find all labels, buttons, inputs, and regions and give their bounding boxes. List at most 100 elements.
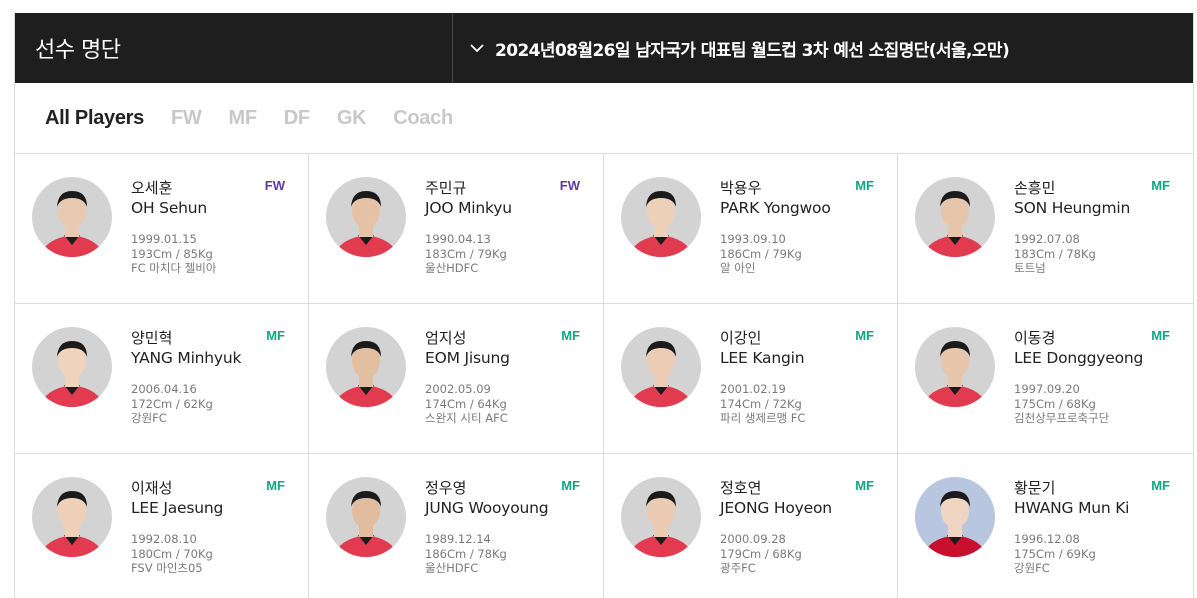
position-badge: MF	[266, 328, 285, 343]
roster-dropdown[interactable]: 2024년08월26일 남자국가 대표팀 월드컵 3차 예선 소집명단(서울,오…	[453, 13, 1193, 83]
player-info: 정호연 JEONG Hoyeon 2000.09.28 179Cm / 68Kg…	[720, 478, 832, 576]
player-grid: 오세훈 OH Sehun 1999.01.15 193Cm / 85Kg FC …	[15, 154, 1193, 598]
player-card[interactable]: 엄지성 EOM Jisung 2002.05.09 174Cm / 64Kg 스…	[309, 304, 604, 454]
player-club: 김천상무프로축구단	[1014, 411, 1110, 425]
tab-all-players[interactable]: All Players	[45, 107, 144, 130]
player-card[interactable]: 양민혁 YANG Minhyuk 2006.04.16 172Cm / 62Kg…	[15, 304, 309, 454]
player-club: 강원FC	[131, 411, 167, 425]
player-club: 스완지 시티 AFC	[425, 411, 508, 425]
player-card[interactable]: 황문기 HWANG Mun Ki 1996.12.08 175Cm / 69Kg…	[898, 454, 1193, 598]
player-photo	[32, 327, 112, 407]
player-photo	[621, 327, 701, 407]
player-photo	[621, 177, 701, 257]
player-birthdate: 2006.04.16	[131, 382, 197, 396]
player-meta: 1989.12.14 186Cm / 78Kg 울산HDFC	[425, 532, 548, 576]
player-birthdate: 2002.05.09	[425, 382, 491, 396]
player-photo	[915, 177, 995, 257]
player-photo	[915, 327, 995, 407]
player-name-korean: 박용우	[720, 179, 762, 197]
player-birthdate: 1997.09.20	[1014, 382, 1080, 396]
player-name-english: JUNG Wooyoung	[425, 499, 549, 517]
player-club: 강원FC	[1014, 561, 1050, 575]
player-name-english: PARK Yongwoo	[720, 199, 831, 217]
player-info: 이강인 LEE Kangin 2001.02.19 174Cm / 72Kg 파…	[720, 328, 805, 426]
player-name-english: YANG Minhyuk	[131, 349, 242, 367]
player-card[interactable]: 손흥민 SON Heungmin 1992.07.08 183Cm / 78Kg…	[898, 154, 1193, 304]
player-club: 울산HDFC	[425, 561, 479, 575]
player-club: FSV 마인츠05	[131, 561, 203, 575]
player-club: 광주FC	[720, 561, 756, 575]
player-info: 주민규 JOO Minkyu 1990.04.13 183Cm / 79Kg 울…	[425, 178, 512, 276]
player-height-weight: 179Cm / 68Kg	[720, 546, 802, 561]
player-meta: 1992.07.08 183Cm / 78Kg 토트넘	[1014, 232, 1130, 276]
player-photo	[621, 477, 701, 557]
player-club: 울산HDFC	[425, 261, 479, 275]
player-info: 정우영 JUNG Wooyoung 1989.12.14 186Cm / 78K…	[425, 478, 549, 576]
position-badge: MF	[855, 328, 874, 343]
player-name-korean: 이강인	[720, 329, 762, 347]
player-name-english: SON Heungmin	[1014, 199, 1131, 217]
position-badge: MF	[1151, 478, 1170, 493]
player-photo	[326, 327, 406, 407]
position-badge: MF	[266, 478, 285, 493]
player-meta: 1996.12.08 175Cm / 69Kg 강원FC	[1014, 532, 1129, 576]
position-badge: MF	[1151, 328, 1170, 343]
tab-mf[interactable]: MF	[229, 107, 258, 130]
player-card[interactable]: 이강인 LEE Kangin 2001.02.19 174Cm / 72Kg 파…	[604, 304, 898, 454]
player-birthdate: 1992.08.10	[131, 532, 197, 546]
chevron-down-icon	[469, 40, 485, 56]
player-name-korean: 정호연	[720, 479, 762, 497]
player-name-english: EOM Jisung	[425, 349, 510, 367]
position-badge: MF	[855, 178, 874, 193]
tab-coach[interactable]: Coach	[393, 107, 453, 130]
player-meta: 1990.04.13 183Cm / 79Kg 울산HDFC	[425, 232, 512, 276]
player-card[interactable]: 이재성 LEE Jaesung 1992.08.10 180Cm / 70Kg …	[15, 454, 309, 598]
player-card[interactable]: 오세훈 OH Sehun 1999.01.15 193Cm / 85Kg FC …	[15, 154, 309, 304]
player-name-korean: 양민혁	[131, 329, 173, 347]
player-meta: 1992.08.10 180Cm / 70Kg FSV 마인츠05	[131, 532, 223, 576]
player-name-korean: 황문기	[1014, 479, 1056, 497]
player-height-weight: 175Cm / 68Kg	[1014, 396, 1096, 411]
player-card[interactable]: 박용우 PARK Yongwoo 1993.09.10 186Cm / 79Kg…	[604, 154, 898, 304]
tab-df[interactable]: DF	[284, 107, 310, 130]
player-birthdate: 1990.04.13	[425, 232, 491, 246]
position-badge: MF	[855, 478, 874, 493]
tab-gk[interactable]: GK	[337, 107, 367, 130]
player-name-korean: 손흥민	[1014, 179, 1056, 197]
player-name-korean: 엄지성	[425, 329, 467, 347]
player-birthdate: 2000.09.28	[720, 532, 786, 546]
player-club: 파리 생제르맹 FC	[720, 411, 806, 425]
player-meta: 1997.09.20 175Cm / 68Kg 김천상무프로축구단	[1014, 382, 1143, 426]
player-name-korean: 이재성	[131, 479, 173, 497]
player-photo	[326, 177, 406, 257]
player-card[interactable]: 주민규 JOO Minkyu 1990.04.13 183Cm / 79Kg 울…	[309, 154, 604, 304]
player-height-weight: 186Cm / 79Kg	[720, 246, 802, 261]
player-name-english: LEE Kangin	[720, 349, 805, 367]
position-tabs: All Players FW MF DF GK Coach	[15, 83, 1193, 154]
player-card[interactable]: 정호연 JEONG Hoyeon 2000.09.28 179Cm / 68Kg…	[604, 454, 898, 598]
player-meta: 2001.02.19 174Cm / 72Kg 파리 생제르맹 FC	[720, 382, 805, 426]
player-club: 알 아인	[720, 261, 756, 275]
position-badge: FW	[264, 178, 285, 193]
player-card[interactable]: 이동경 LEE Donggyeong 1997.09.20 175Cm / 68…	[898, 304, 1193, 454]
player-height-weight: 175Cm / 69Kg	[1014, 546, 1096, 561]
position-badge: MF	[561, 328, 580, 343]
player-height-weight: 183Cm / 79Kg	[425, 246, 507, 261]
player-name-korean: 이동경	[1014, 329, 1056, 347]
player-height-weight: 186Cm / 78Kg	[425, 546, 507, 561]
player-height-weight: 172Cm / 62Kg	[131, 396, 213, 411]
player-birthdate: 1992.07.08	[1014, 232, 1080, 246]
player-birthdate: 2001.02.19	[720, 382, 786, 396]
tab-fw[interactable]: FW	[171, 107, 202, 130]
player-card[interactable]: 정우영 JUNG Wooyoung 1989.12.14 186Cm / 78K…	[309, 454, 604, 598]
player-birthdate: 1989.12.14	[425, 532, 491, 546]
player-photo	[32, 177, 112, 257]
player-meta: 2006.04.16 172Cm / 62Kg 강원FC	[131, 382, 241, 426]
player-club: FC 마치다 젤비아	[131, 261, 217, 275]
player-name-english: JEONG Hoyeon	[720, 499, 832, 517]
player-name-english: HWANG Mun Ki	[1014, 499, 1130, 517]
player-name-korean: 주민규	[425, 179, 467, 197]
player-name-english: LEE Jaesung	[131, 499, 224, 517]
player-info: 이재성 LEE Jaesung 1992.08.10 180Cm / 70Kg …	[131, 478, 223, 576]
player-height-weight: 183Cm / 78Kg	[1014, 246, 1096, 261]
